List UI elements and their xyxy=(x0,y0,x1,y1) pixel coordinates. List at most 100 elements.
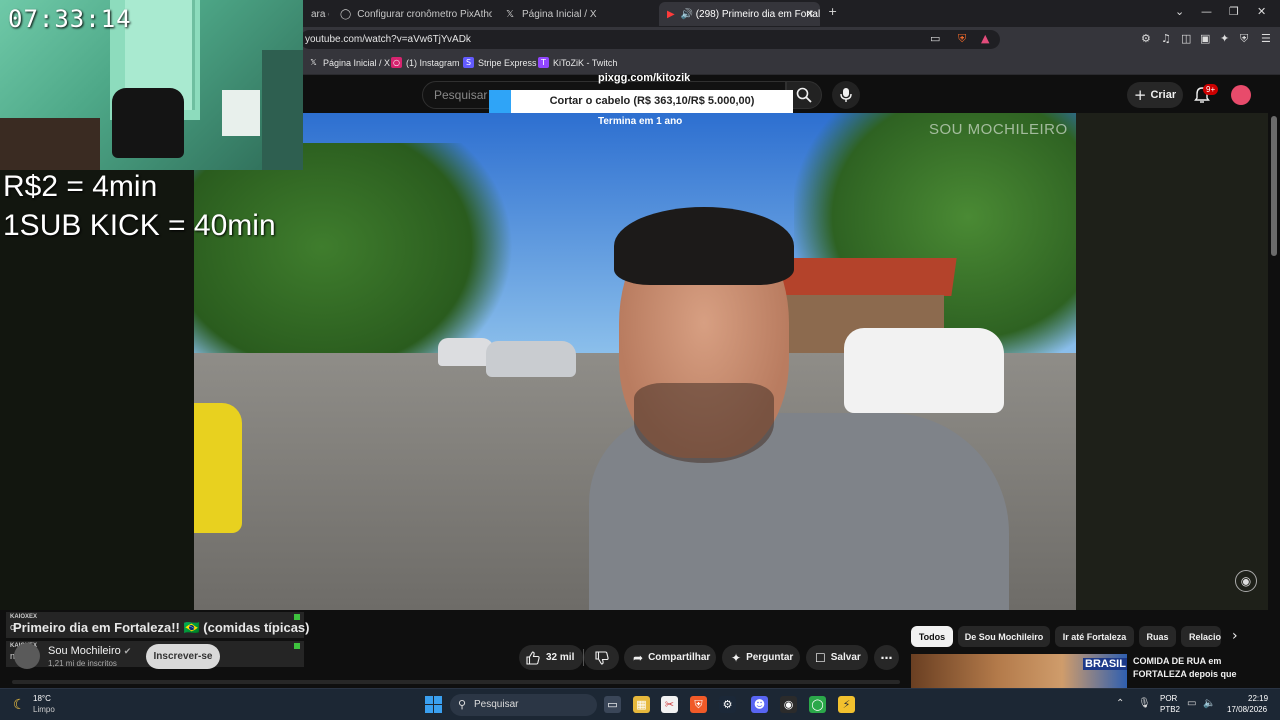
instagram-icon: ○ xyxy=(391,57,402,68)
share-button[interactable]: ➦ Compartilhar xyxy=(624,645,716,670)
sidebar-icon[interactable]: ◫ xyxy=(1181,33,1191,45)
subscribe-button[interactable]: Inscrever-se xyxy=(146,644,220,669)
vpn-icon[interactable]: ⛨ xyxy=(1240,33,1248,45)
tab-pixathon[interactable]: ◯ Configurar cronômetro PixAthon xyxy=(332,2,492,26)
video-taxi xyxy=(194,403,242,533)
create-label: Criar xyxy=(1150,89,1177,101)
bookmark-x[interactable]: 𝕏 Página Inicial / X xyxy=(308,57,390,68)
minimize-icon[interactable]: — xyxy=(1201,5,1212,18)
steam-icon[interactable]: ⚙ xyxy=(719,696,736,713)
music-icon[interactable]: ♫ xyxy=(1161,33,1171,45)
close-tab-icon[interactable]: ✕ xyxy=(806,9,814,20)
webcam-overlay: 07:33:14 xyxy=(0,0,303,170)
app-icon[interactable]: ⚡ xyxy=(838,696,855,713)
chip-channel[interactable]: De Sou Mochileiro xyxy=(958,626,1050,647)
taskbar-clock[interactable]: 22:19 xyxy=(1248,694,1268,703)
bookmark-twitch[interactable]: T KiToZiK - Twitch xyxy=(538,57,617,68)
tab-label: Página Inicial / X xyxy=(522,8,597,20)
promo-line-1: R$2 = 4min xyxy=(3,170,158,203)
task-view-icon[interactable]: ▭ xyxy=(604,696,621,713)
video-title: Primeiro dia em Fortaleza!! 🇧🇷 (comidas … xyxy=(13,620,310,635)
tab-partial[interactable]: ara c xyxy=(303,2,329,26)
tray-overflow-icon[interactable]: ⌃ xyxy=(1116,698,1124,709)
windows-start-icon[interactable] xyxy=(425,696,442,713)
chip-streets[interactable]: Ruas xyxy=(1139,626,1176,647)
chip-all[interactable]: Todos xyxy=(911,626,953,647)
webcam-shadow xyxy=(262,50,303,170)
file-explorer-icon[interactable]: ▦ xyxy=(633,696,650,713)
search-icon xyxy=(796,87,812,103)
taskbar-search[interactable]: ⚲ Pesquisar xyxy=(450,694,597,716)
promo-line-2: 1SUB KICK = 40min xyxy=(3,209,276,242)
search-icon: ⚲ xyxy=(458,698,467,711)
language-globe-icon[interactable]: ◉ xyxy=(1235,570,1257,592)
channel-name-text: Sou Mochileiro xyxy=(48,645,121,657)
tab-youtube-active[interactable]: ▶ 🔊 (298) Primeiro dia em Fortale ✕ xyxy=(659,2,820,26)
url-field[interactable]: youtube.com/watch?v=aVw6TjYvADk xyxy=(300,30,1000,49)
bottom-bar xyxy=(12,680,900,684)
keyboard-layout[interactable]: PTB2 xyxy=(1160,705,1180,714)
volume-icon[interactable]: 🔈 xyxy=(1203,698,1215,709)
microphone-tray-icon[interactable]: 🎙 xyxy=(1138,698,1151,709)
moon-weather-icon[interactable]: ☾ xyxy=(13,697,26,713)
wallet-icon[interactable]: ▣ xyxy=(1200,33,1210,45)
thumbs-up-icon xyxy=(526,650,540,665)
new-tab-icon[interactable]: + xyxy=(828,5,837,18)
recommendation-title[interactable]: COMIDA DE RUA em FORTALEZA depois que xyxy=(1133,655,1259,688)
discord-icon[interactable]: ☻ xyxy=(751,696,768,713)
snipping-tool-icon[interactable]: ✂ xyxy=(661,696,678,713)
video-player[interactable]: SOU MOCHILEIRO xyxy=(194,113,1076,610)
taskbar-date[interactable]: 17/08/2026 xyxy=(1227,705,1267,714)
leo-icon[interactable]: ✦ xyxy=(1220,33,1229,45)
webcam-cabinet xyxy=(222,90,260,136)
bookmark-label: Página Inicial / X xyxy=(323,57,391,68)
chip-fortaleza[interactable]: Ir até Fortaleza xyxy=(1055,626,1134,647)
network-icon[interactable]: ▭ xyxy=(1187,698,1196,709)
chevron-right-icon[interactable]: › xyxy=(1232,628,1238,644)
weather-temperature[interactable]: 18°C xyxy=(33,694,51,703)
more-icon: ⋯ xyxy=(880,650,893,665)
goal-end-text: Termina em 1 ano xyxy=(598,116,683,127)
brave-shield-icon[interactable]: ⛨ xyxy=(958,33,966,45)
page-scrollbar[interactable] xyxy=(1268,76,1280,688)
rewards-icon[interactable]: ▲ xyxy=(981,33,989,45)
account-avatar[interactable] xyxy=(1231,85,1251,105)
x-icon: 𝕏 xyxy=(310,58,317,67)
speaker-icon[interactable]: 🔊 xyxy=(680,8,692,20)
video-side-area xyxy=(1076,113,1268,610)
tab-list-icon[interactable]: ⌄ xyxy=(1175,5,1184,18)
tab-label: Configurar cronômetro PixAthon xyxy=(357,8,492,20)
chip-related[interactable]: Relacio xyxy=(1181,626,1221,647)
close-window-icon[interactable]: ✕ xyxy=(1257,5,1266,18)
tab-x-home[interactable]: 𝕏 Página Inicial / X xyxy=(496,2,656,26)
obs-icon[interactable]: ◉ xyxy=(780,696,797,713)
ask-label: Perguntar xyxy=(746,652,794,663)
video-person xyxy=(589,207,1009,610)
recommendation-thumbnail[interactable]: BRASIL xyxy=(911,654,1127,688)
subscriber-count: 1,21 mi de inscritos xyxy=(48,659,117,668)
thumbs-down-icon xyxy=(594,650,609,665)
scrollbar-thumb[interactable] xyxy=(1271,116,1277,256)
like-button[interactable]: 32 mil xyxy=(519,645,583,670)
create-button[interactable]: + Criar xyxy=(1127,82,1183,108)
dislike-button[interactable] xyxy=(584,645,619,670)
brave-browser-icon[interactable]: ⛨ xyxy=(690,696,707,713)
ask-button[interactable]: ✦ Perguntar xyxy=(722,645,800,670)
extensions-icon[interactable]: ⚙ xyxy=(1141,33,1151,45)
save-button[interactable]: ☐ Salvar xyxy=(806,645,868,670)
more-actions-button[interactable]: ⋯ xyxy=(874,645,899,670)
channel-name[interactable]: Sou Mochileiro ✔ xyxy=(48,645,131,657)
voice-search-button[interactable] xyxy=(832,81,860,109)
video-watermark: SOU MOCHILEIRO xyxy=(929,121,1068,138)
youtube-icon: ▶ xyxy=(667,8,675,20)
bookmark-stripe[interactable]: S Stripe Express xyxy=(463,57,537,68)
goal-text: Cortar o cabelo (R$ 363,10/R$ 5.000,00) xyxy=(549,95,755,107)
bookmark-instagram[interactable]: ○ (1) Instagram xyxy=(391,57,460,68)
input-language[interactable]: POR xyxy=(1160,694,1177,703)
channel-avatar[interactable] xyxy=(14,643,40,669)
menu-icon[interactable]: ☰ xyxy=(1261,33,1271,45)
cast-icon[interactable]: ▭ xyxy=(930,33,940,45)
xbox-icon[interactable]: ◯ xyxy=(809,696,826,713)
weather-description[interactable]: Limpo xyxy=(33,705,55,714)
maximize-icon[interactable]: ❐ xyxy=(1229,5,1239,18)
